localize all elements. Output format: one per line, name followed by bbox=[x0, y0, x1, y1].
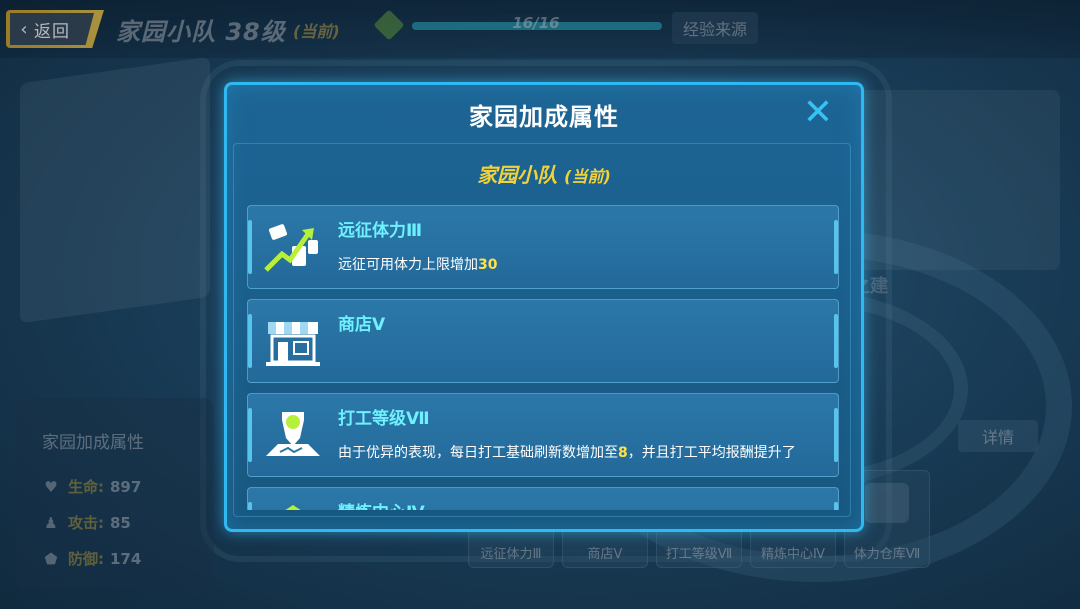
desc-highlight: 30 bbox=[478, 257, 498, 273]
desc-highlight: 8 bbox=[618, 445, 628, 461]
modal-title: 家园加成属性 bbox=[469, 103, 619, 131]
work-level-icon bbox=[262, 408, 324, 464]
desc-text: 由于优异的表现，每日打工基础刷新数增加至 bbox=[338, 445, 618, 461]
shop-icon bbox=[262, 314, 324, 370]
bonus-item-expedition-stamina: 远征体力Ⅲ 远征可用体力上限增加30 bbox=[247, 205, 839, 289]
bonus-item-work-level: 打工等级Ⅶ 由于优异的表现，每日打工基础刷新数增加至8，并且打工平均报酬提升了 bbox=[247, 393, 839, 477]
bonus-item-refinery: 精炼中心Ⅳ bbox=[247, 487, 839, 510]
close-icon[interactable]: ✕ bbox=[797, 93, 839, 135]
bonus-item-name: 打工等级Ⅶ bbox=[338, 409, 430, 429]
bonus-item-name: 精炼中心Ⅳ bbox=[338, 498, 425, 510]
desc-text: ，并且打工平均报酬提升了 bbox=[627, 445, 796, 461]
modal-subtitle-current: (当前) bbox=[564, 167, 611, 186]
desc-text: 远征可用体力上限增加 bbox=[338, 257, 478, 273]
modal-subtitle: 家园小队 (当前) bbox=[227, 159, 861, 188]
bonus-item-name: 商店Ⅴ bbox=[338, 315, 386, 335]
bonus-item-desc: 由于优异的表现，每日打工基础刷新数增加至8，并且打工平均报酬提升了 bbox=[338, 442, 796, 462]
home-bonus-modal: 家园加成属性 ✕ 家园小队 (当前) 远征体力Ⅲ 远征可用体力上限增加30 商店… bbox=[224, 82, 864, 532]
bonus-list[interactable]: 远征体力Ⅲ 远征可用体力上限增加30 商店Ⅴ 打工等级Ⅶ 由于优异的表现，每日打… bbox=[247, 205, 839, 510]
modal-subtitle-name: 家园小队 bbox=[477, 163, 558, 187]
bonus-item-shop: 商店Ⅴ bbox=[247, 299, 839, 383]
bonus-item-desc: 远征可用体力上限增加30 bbox=[338, 254, 497, 274]
bonus-item-name: 远征体力Ⅲ bbox=[338, 221, 423, 241]
expedition-stamina-icon bbox=[262, 220, 324, 276]
refinery-icon bbox=[262, 502, 324, 510]
